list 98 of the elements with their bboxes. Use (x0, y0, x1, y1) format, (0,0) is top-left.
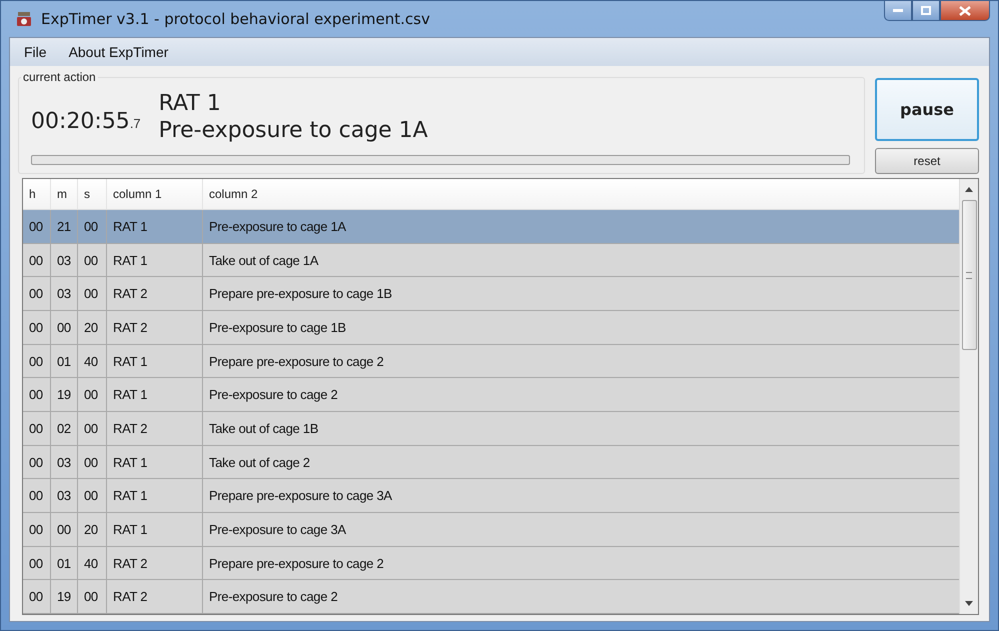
table-cell: 20 (78, 513, 107, 546)
table-cell: 02 (51, 412, 78, 445)
table-cell: 00 (23, 378, 51, 412)
table-cell: 00 (23, 311, 51, 344)
table-cell: 03 (51, 277, 78, 310)
maximize-icon (921, 6, 931, 15)
table-row[interactable]: 00 01 40 RAT 1 Prepare pre-exposure to cage 2 (23, 344, 959, 378)
current-subject: RAT 1 (158, 90, 222, 116)
menu-item[interactable]: File (16, 42, 55, 62)
column-header[interactable]: s (78, 179, 107, 209)
table-cell: RAT 2 (107, 412, 203, 445)
table-cell: 00 (23, 479, 51, 512)
table-cell-text: Prepare pre-exposure to cage 2 (208, 554, 385, 573)
table-cell: 00 (23, 446, 51, 478)
table-cell-text: Take out of cage 1B (208, 420, 320, 438)
table-cell-text: Pre-exposure to cage 2 (208, 386, 339, 404)
scrollbar-thumb[interactable] (962, 200, 976, 350)
table-row[interactable]: 00 02 00 RAT 2 Take out of cage 1B (23, 412, 959, 446)
table-cell: 00 (78, 412, 107, 445)
table-cell: 21 (51, 210, 78, 243)
table-cell: RAT 2 (107, 277, 203, 310)
table-cell: 00 (78, 580, 107, 614)
table-cell-text: Prepare pre-exposure to cage 2 (208, 352, 385, 371)
timer-tenths: .7 (130, 116, 141, 131)
table-cell-text: Take out of cage 2 (208, 454, 311, 472)
table-cell: 00 (78, 446, 107, 478)
table-cell: 00 (23, 580, 51, 614)
table-cell: 19 (51, 580, 78, 614)
reset-button[interactable]: reset (875, 148, 979, 174)
table-cell: 19 (51, 378, 78, 412)
table-cell: 00 (78, 479, 107, 512)
table-cell: 00 (23, 277, 51, 310)
window-title: ExpTimer v3.1 - protocol behavioral experiment.csv (41, 10, 430, 28)
table-row[interactable]: 00 19 00 RAT 2 Pre-exposure to cage 2 (23, 580, 959, 614)
column-header[interactable]: h (23, 179, 51, 209)
table-row[interactable]: 00 00 20 RAT 2 Pre-exposure to cage 1B (23, 311, 959, 345)
table-cell-text: Prepare pre-exposure to cage 1B (208, 285, 393, 304)
table-cell: 00 (78, 210, 107, 243)
table-row[interactable]: 00 21 00 RAT 1 Pre-exposure to cage 1A (23, 210, 959, 244)
timer-display: 00:20:55 (31, 109, 130, 134)
table-cell-text: Prepare pre-exposure to cage 3A (208, 487, 393, 506)
table-cell: RAT 1 (107, 244, 203, 276)
column-header[interactable]: m (51, 179, 78, 209)
table-row[interactable]: 00 03 00 RAT 1 Prepare pre-exposure to cage 3A (23, 479, 959, 514)
table-cell: RAT 1 (107, 513, 203, 546)
table-cell: 00 (78, 244, 107, 276)
table-cell: RAT 2 (107, 580, 203, 614)
table-cell: 00 (78, 378, 107, 412)
table-cell: 01 (51, 546, 78, 580)
table-cell: 40 (78, 546, 107, 580)
scrollbar[interactable] (959, 179, 978, 614)
table-cell: RAT 2 (107, 311, 203, 344)
column-header[interactable]: column 1 (107, 179, 203, 209)
table-cell-text: Pre-exposure to cage 3A (208, 520, 347, 539)
table-cell: 00 (51, 311, 78, 344)
table-cell-text: Pre-exposure to cage 2 (208, 588, 339, 606)
column-header[interactable]: column 2 (203, 179, 959, 209)
table-cell: 01 (51, 344, 78, 378)
menu-item[interactable]: About ExpTimer (60, 42, 176, 62)
minimize-icon (893, 8, 903, 12)
pause-button[interactable]: pause (875, 78, 979, 142)
table-cell: 03 (51, 446, 78, 478)
close-button[interactable] (940, 1, 990, 21)
group-label: current action (22, 70, 97, 84)
timer-icon (15, 10, 33, 28)
scroll-up-icon[interactable] (965, 187, 973, 192)
table-row[interactable]: 00 01 40 RAT 2 Prepare pre-exposure to cage 2 (23, 546, 959, 580)
table-row[interactable]: 00 00 20 RAT 1 Pre-exposure to cage 3A (23, 513, 959, 547)
table-cell: 03 (51, 244, 78, 276)
current-action-text: Pre-exposure to cage 1A (158, 116, 428, 144)
table-cell: RAT 1 (107, 479, 203, 512)
table-cell: 00 (23, 412, 51, 445)
table-cell: RAT 2 (107, 546, 203, 580)
close-icon (959, 6, 971, 16)
table-cell: 00 (23, 210, 51, 243)
table-cell: RAT 1 (107, 378, 203, 412)
table-cell: 00 (23, 546, 51, 580)
table-cell: 00 (23, 513, 51, 546)
table-cell: RAT 1 (107, 446, 203, 478)
table-cell: RAT 1 (107, 344, 203, 378)
maximize-button[interactable] (912, 1, 940, 21)
table-cell: 03 (51, 479, 78, 512)
table-cell-text: Pre-exposure to cage 1A (208, 218, 347, 236)
table-cell-text: Take out of cage 1A (208, 252, 320, 270)
table-cell: 40 (78, 344, 107, 378)
table-cell: 00 (23, 344, 51, 378)
table-cell: 00 (78, 277, 107, 310)
table-cell: 00 (51, 513, 78, 546)
table-row[interactable]: 00 03 00 RAT 1 Take out of cage 2 (23, 446, 959, 480)
table-row[interactable]: 00 03 00 RAT 1 Take out of cage 1A (23, 244, 959, 278)
table-row[interactable]: 00 19 00 RAT 1 Pre-exposure to cage 2 (23, 378, 959, 412)
scroll-down-icon[interactable] (965, 601, 973, 606)
table-cell: 20 (78, 311, 107, 344)
table-cell-text: Pre-exposure to cage 1B (208, 318, 347, 337)
table-row[interactable]: 00 03 00 RAT 2 Prepare pre-exposure to cage 1B (23, 277, 959, 312)
minimize-button[interactable] (884, 1, 912, 21)
table-cell: RAT 1 (107, 210, 203, 243)
table-cell: 00 (23, 244, 51, 276)
